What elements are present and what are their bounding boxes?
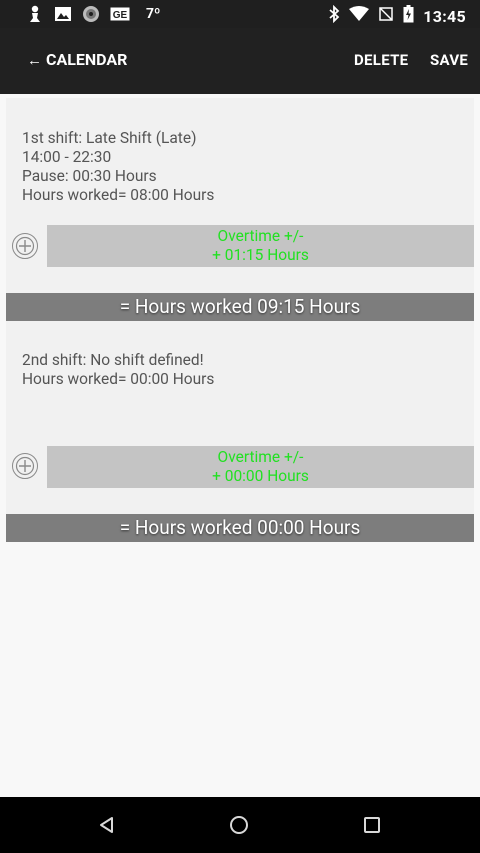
shift-card-2: 2nd shift: No shift defined! Hours worke…	[6, 321, 474, 514]
shift-2-hours-worked: Hours worked= 00:00 Hours	[22, 370, 215, 388]
shift-1-pause: Pause: 00:30 Hours	[22, 167, 157, 185]
cd-icon	[82, 5, 100, 23]
chess-pawn-icon	[26, 5, 44, 23]
back-triangle-icon[interactable]	[97, 815, 117, 835]
delete-button[interactable]: DELETE	[354, 51, 408, 69]
ge-icon: GE	[110, 5, 130, 23]
overtime-value-1: + 01:15 Hours	[212, 246, 309, 264]
temperature-text: 7º	[146, 6, 161, 22]
bluetooth-icon	[328, 4, 340, 27]
add-overtime-button-1[interactable]	[12, 233, 38, 259]
overtime-label-2: Overtime +/-	[217, 448, 304, 466]
overtime-box-1[interactable]: Overtime +/- + 01:15 Hours	[47, 225, 474, 267]
plus-circle-icon	[15, 236, 35, 256]
status-bar-right: 13:45	[328, 4, 466, 27]
recents-square-icon[interactable]	[362, 815, 382, 835]
no-sim-icon	[378, 6, 394, 26]
home-circle-icon[interactable]	[229, 815, 249, 835]
wifi-icon	[349, 6, 370, 26]
total-hours-bar-1: = Hours worked 09:15 Hours	[6, 293, 474, 321]
status-bar: GE 7º 13:45	[0, 0, 480, 28]
shift-1-details: 1st shift: Late Shift (Late) 14:00 - 22:…	[22, 129, 214, 205]
shift-1-hours-worked: Hours worked= 08:00 Hours	[22, 186, 215, 204]
overtime-box-2[interactable]: Overtime +/- + 00:00 Hours	[47, 446, 474, 488]
system-nav-bar	[0, 797, 480, 853]
back-to-calendar-button[interactable]: ← CALENDAR	[27, 50, 127, 69]
shift-detail-content: 1st shift: Late Shift (Late) 14:00 - 22:…	[0, 94, 480, 797]
add-overtime-button-2[interactable]	[12, 453, 38, 479]
ge-icon-label: GE	[113, 10, 128, 21]
total-hours-bar-2: = Hours worked 00:00 Hours	[6, 514, 474, 542]
image-icon	[54, 5, 72, 23]
shift-card-1: 1st shift: Late Shift (Late) 14:00 - 22:…	[6, 98, 474, 293]
save-button[interactable]: SAVE	[430, 51, 468, 69]
overtime-value-2: + 00:00 Hours	[212, 467, 309, 485]
plus-circle-icon	[15, 456, 35, 476]
back-arrow-icon: ←	[27, 51, 42, 69]
action-bar: ← CALENDAR DELETE SAVE	[0, 28, 480, 94]
back-label: CALENDAR	[46, 50, 128, 69]
shift-2-details: 2nd shift: No shift defined! Hours worke…	[22, 351, 214, 389]
battery-icon	[403, 5, 414, 27]
shift-2-title: 2nd shift: No shift defined!	[22, 351, 204, 369]
shift-1-title: 1st shift: Late Shift (Late)	[22, 129, 197, 147]
overtime-label-1: Overtime +/-	[217, 227, 304, 245]
shift-1-time-range: 14:00 - 22:30	[22, 148, 112, 166]
status-bar-left: GE 7º	[26, 5, 160, 23]
clock-time: 13:45	[423, 6, 466, 26]
